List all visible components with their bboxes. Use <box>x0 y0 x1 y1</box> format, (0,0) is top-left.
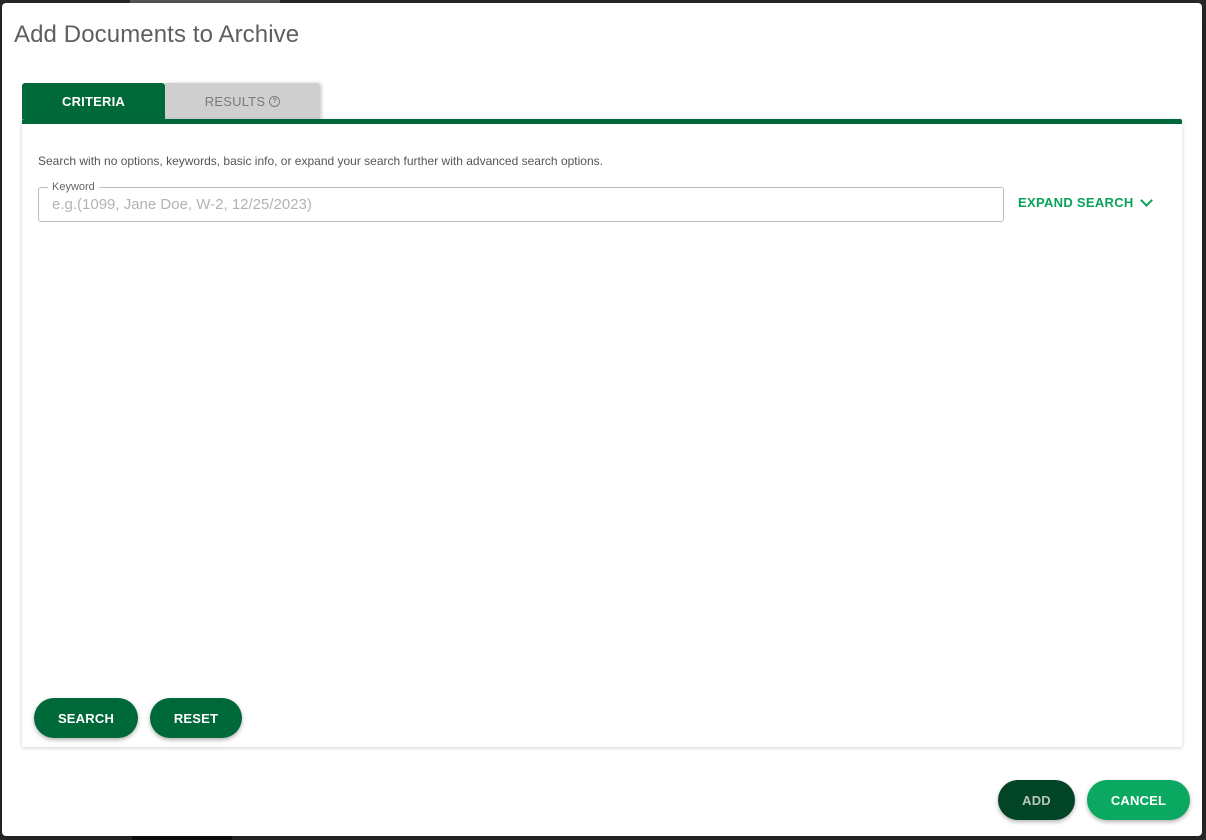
keyword-field: Keyword <box>38 180 1004 222</box>
tab-results[interactable]: RESULTS ? <box>165 83 320 119</box>
tab-criteria-label: CRITERIA <box>62 93 125 109</box>
tab-criteria[interactable]: CRITERIA <box>22 83 165 119</box>
tab-results-label: RESULTS <box>204 93 266 109</box>
tab-bar: CRITERIA RESULTS ? <box>22 83 320 119</box>
chevron-down-icon <box>1139 194 1153 207</box>
help-circle-icon: ? <box>269 95 281 107</box>
search-button[interactable]: SEARCH <box>34 698 138 738</box>
keyword-input[interactable] <box>39 188 1003 221</box>
add-button[interactable]: ADD <box>998 780 1075 820</box>
add-documents-dialog: Add Documents to Archive CRITERIA RESULT… <box>2 3 1202 836</box>
criteria-panel: Search with no options, keywords, basic … <box>22 119 1182 747</box>
expand-search-button[interactable]: EXPAND SEARCH <box>1018 194 1153 210</box>
backdrop-bottom <box>132 836 232 840</box>
reset-button[interactable]: RESET <box>150 698 242 738</box>
dialog-title: Add Documents to Archive <box>14 21 300 48</box>
search-instructions: Search with no options, keywords, basic … <box>38 154 603 168</box>
expand-search-label: EXPAND SEARCH <box>1018 195 1134 210</box>
cancel-button[interactable]: CANCEL <box>1087 780 1190 820</box>
